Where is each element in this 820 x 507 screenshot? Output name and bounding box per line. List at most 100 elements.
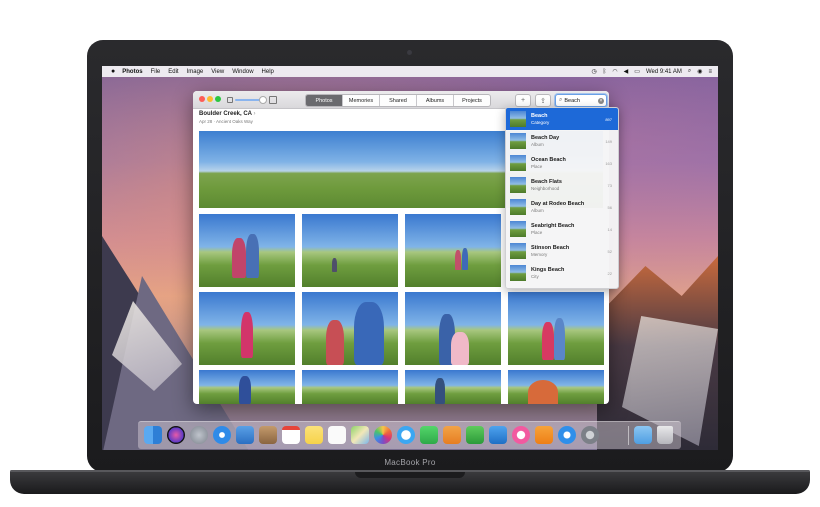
menu-clock[interactable]: Wed 9:41 AM xyxy=(646,69,682,75)
menu-view[interactable]: View xyxy=(211,69,224,75)
photo-thumb[interactable] xyxy=(302,214,398,287)
facetime-icon[interactable] xyxy=(420,426,438,444)
menu-extras: ◷ ᛒ ◠ ◀ ▭ Wed 9:41 AM ⌕ ◉ ≡ xyxy=(586,68,712,75)
search-result-item[interactable]: Kings Beach City 22 xyxy=(506,262,618,284)
photo-thumb[interactable] xyxy=(199,370,295,404)
result-count: 14 xyxy=(607,226,612,232)
search-input-value[interactable]: Beach xyxy=(564,98,580,104)
menu-window[interactable]: Window xyxy=(232,69,253,75)
result-name: Beach Flats xyxy=(531,179,562,185)
keynote-icon[interactable] xyxy=(489,426,507,444)
share-button[interactable]: ⇪ xyxy=(535,94,551,107)
notification-center-icon[interactable]: ≡ xyxy=(708,69,712,75)
tab-shared[interactable]: Shared xyxy=(380,95,417,106)
itunes-icon[interactable] xyxy=(512,426,530,444)
photo-thumb[interactable] xyxy=(302,370,398,404)
result-thumbnail xyxy=(510,177,526,193)
numbers-icon[interactable] xyxy=(466,426,484,444)
search-result-item[interactable]: Stinson Beach Memory 52 xyxy=(506,240,618,262)
search-result-item[interactable]: Ocean Beach Place 163 xyxy=(506,152,618,174)
messages-icon[interactable] xyxy=(397,426,415,444)
photos-icon[interactable] xyxy=(374,426,392,444)
apple-menu-icon[interactable]: ● xyxy=(111,68,115,75)
result-thumbnail xyxy=(510,133,526,149)
minimize-button[interactable] xyxy=(207,96,213,102)
fullscreen-button[interactable] xyxy=(215,96,221,102)
tab-albums[interactable]: Albums xyxy=(417,95,454,106)
photo-thumb[interactable] xyxy=(508,370,604,404)
trash-icon[interactable] xyxy=(657,426,673,444)
result-type: Album xyxy=(531,142,544,147)
menu-help[interactable]: Help xyxy=(262,69,274,75)
menu-app-name[interactable]: Photos xyxy=(122,69,142,75)
menu-file[interactable]: File xyxy=(151,69,161,75)
bluetooth-icon[interactable]: ᛒ xyxy=(603,69,607,75)
result-count: 73 xyxy=(607,182,612,188)
ibooks-icon[interactable] xyxy=(535,426,553,444)
result-thumbnail xyxy=(510,111,526,127)
photo-thumb[interactable] xyxy=(508,292,604,365)
time-machine-icon[interactable]: ◷ xyxy=(592,68,597,75)
camera xyxy=(407,50,412,55)
zoom-slider-knob[interactable] xyxy=(259,96,267,104)
search-result-item[interactable]: Seabright Beach Place 14 xyxy=(506,218,618,240)
photo-thumb[interactable] xyxy=(405,214,501,287)
pages-icon[interactable] xyxy=(443,426,461,444)
tab-memories[interactable]: Memories xyxy=(343,95,380,106)
result-type: Place xyxy=(531,164,543,169)
moment-title[interactable]: Boulder Creek, CA › xyxy=(199,111,255,117)
finder-icon[interactable] xyxy=(144,426,162,444)
photo-thumb[interactable] xyxy=(199,214,295,287)
volume-icon[interactable]: ◀ xyxy=(624,68,629,75)
moment-title-text: Boulder Creek, CA xyxy=(199,111,252,117)
photo-thumb[interactable] xyxy=(405,292,501,365)
add-button[interactable]: + xyxy=(515,94,531,107)
dock-separator xyxy=(628,426,629,445)
result-count: 52 xyxy=(607,248,612,254)
safari-icon[interactable] xyxy=(213,426,231,444)
search-result-item[interactable]: Beach Category 897 xyxy=(506,108,618,130)
menu-image[interactable]: Image xyxy=(187,69,204,75)
tab-photos[interactable]: Photos xyxy=(306,95,343,106)
maps-icon[interactable] xyxy=(351,426,369,444)
reminders-icon[interactable] xyxy=(328,426,346,444)
notes-icon[interactable] xyxy=(305,426,323,444)
calendar-icon[interactable] xyxy=(282,426,300,444)
result-thumbnail xyxy=(510,243,526,259)
search-result-item[interactable]: Beach Day Album 149 xyxy=(506,130,618,152)
zoom-in-icon xyxy=(269,96,277,104)
search-result-item[interactable]: Day at Rodeo Beach Album 56 xyxy=(506,196,618,218)
photo-thumb[interactable] xyxy=(405,370,501,404)
clear-search-icon[interactable]: × xyxy=(598,97,604,104)
downloads-folder-icon[interactable] xyxy=(634,426,652,444)
result-name: Seabright Beach xyxy=(531,223,575,229)
chevron-right-icon: › xyxy=(253,111,256,117)
search-results-dropdown: Beach Category 897 Beach Day Album 149 Oce… xyxy=(505,107,619,289)
spotlight-icon[interactable]: ⌕ xyxy=(688,68,691,75)
search-result-item[interactable]: Beach Flats Neighborhood 73 xyxy=(506,174,618,196)
siri-icon[interactable] xyxy=(167,426,185,444)
battery-icon[interactable]: ▭ xyxy=(634,68,640,75)
close-button[interactable] xyxy=(199,96,205,102)
user-icon[interactable]: ◉ xyxy=(697,68,702,75)
result-thumbnail xyxy=(510,155,526,171)
result-name: Beach xyxy=(531,113,548,119)
launchpad-icon[interactable] xyxy=(190,426,208,444)
result-count: 897 xyxy=(605,116,612,122)
system-preferences-icon[interactable] xyxy=(581,426,599,444)
result-count: 56 xyxy=(607,204,612,210)
wifi-icon[interactable]: ◠ xyxy=(612,68,617,75)
result-type: Album xyxy=(531,208,544,213)
photo-thumb[interactable] xyxy=(302,292,398,365)
contacts-icon[interactable] xyxy=(259,426,277,444)
zoom-out-icon xyxy=(227,97,233,103)
result-thumbnail xyxy=(510,221,526,237)
mail-icon[interactable] xyxy=(236,426,254,444)
search-field[interactable]: ⌕ Beach × xyxy=(555,94,607,107)
menu-edit[interactable]: Edit xyxy=(168,69,178,75)
result-count: 149 xyxy=(605,138,612,144)
photo-thumb[interactable] xyxy=(199,292,295,365)
tab-projects[interactable]: Projects xyxy=(454,95,490,106)
result-type: Neighborhood xyxy=(531,186,560,191)
app-store-icon[interactable] xyxy=(558,426,576,444)
